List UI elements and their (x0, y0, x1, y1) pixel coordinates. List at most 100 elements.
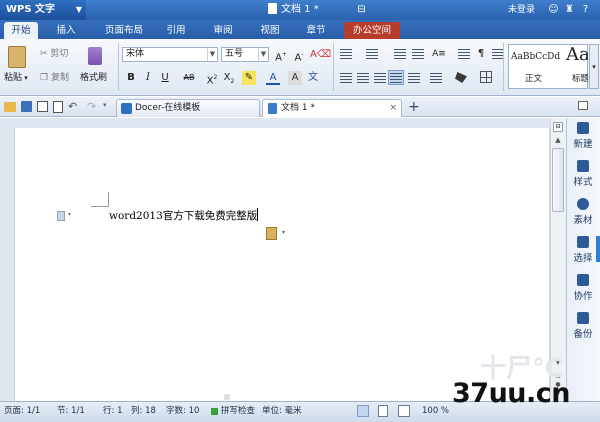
char-shading-icon[interactable]: A (288, 71, 302, 85)
document-icon (268, 3, 277, 14)
login-link[interactable]: 未登录 (508, 0, 535, 20)
document-text[interactable]: word2013官方下载免费完整版 (109, 208, 257, 223)
chinese-layout-icon[interactable]: A≡ (432, 47, 446, 61)
print-preview-icon[interactable] (53, 101, 63, 113)
sort-icon[interactable] (458, 49, 470, 59)
undo-icon[interactable]: ↶ (68, 100, 77, 113)
tab-page-layout[interactable]: 页面布局 (100, 22, 148, 39)
decrease-indent-icon[interactable] (394, 49, 406, 59)
close-tab-icon[interactable]: × (389, 100, 397, 117)
subscript-button[interactable]: X2 (222, 71, 236, 85)
numbering-icon[interactable] (366, 49, 378, 59)
paste-icon[interactable] (8, 46, 26, 68)
doc-tab-docer[interactable]: Docer-在线模板 (116, 99, 260, 117)
show-marks-icon[interactable]: ¶ (474, 47, 488, 61)
shirt-icon[interactable]: ♜ (564, 4, 575, 15)
scroll-up-icon[interactable]: ▲ (553, 136, 563, 146)
style-heading-label[interactable]: 标题 (572, 72, 588, 84)
ruler-toggle-icon[interactable]: ⊟ (553, 122, 563, 132)
tab-chapter[interactable]: 章节 (300, 22, 332, 39)
page-view-icon[interactable] (357, 405, 369, 417)
sidebar-item-styles[interactable]: 样式 (566, 160, 600, 188)
app-menu-button[interactable]: WPS 文字 ▼ (0, 0, 86, 20)
redo-icon[interactable]: ↷ (87, 100, 96, 113)
style-preview-normal: AaBbCcDd (511, 52, 561, 62)
format-painter-icon[interactable] (88, 47, 102, 65)
chevron-down-icon: ▾ (282, 229, 286, 236)
cut-button[interactable]: ✂ 剪切 (40, 48, 68, 60)
superscript-button[interactable]: X2 (205, 71, 219, 86)
sidebar-item-collaborate[interactable]: 协作 (566, 274, 600, 302)
text-cursor (257, 208, 258, 221)
borders-icon[interactable] (480, 71, 492, 83)
status-word-count[interactable]: 字数: 10 (166, 401, 199, 422)
sidebar-item-select[interactable]: 选择 (566, 236, 600, 264)
sidebar-item-new[interactable]: 新建 (566, 122, 600, 150)
grow-font-icon[interactable]: A+ (274, 48, 288, 63)
quick-access-menu-icon[interactable]: ▾ (103, 101, 107, 109)
shrink-font-icon[interactable]: A- (292, 48, 306, 63)
align-right-icon[interactable] (374, 73, 386, 83)
italic-button[interactable]: I (141, 71, 155, 85)
print-icon[interactable] (37, 101, 48, 112)
increase-indent-icon[interactable] (412, 49, 424, 59)
tab-review[interactable]: 审阅 (207, 22, 239, 39)
doc-tab-document[interactable]: 文档 1 * × (262, 99, 402, 117)
paste-button[interactable]: 粘贴 ▾ (4, 72, 28, 84)
pin-icon[interactable]: ⊟ (356, 4, 367, 15)
gallery-scroll-icon[interactable]: ▾ (589, 44, 599, 89)
style-normal-label[interactable]: 正文 (525, 72, 542, 84)
tab-insert[interactable]: 插入 (50, 22, 82, 39)
copy-button[interactable]: ❐ 复制 (40, 72, 69, 84)
backup-icon (577, 312, 589, 324)
tab-view[interactable]: 视图 (254, 22, 286, 39)
phonetic-guide-icon[interactable]: 文 (306, 71, 320, 85)
full-screen-view-icon[interactable] (378, 405, 388, 417)
highlight-icon[interactable]: ✎ (242, 71, 256, 85)
sidebar-grip[interactable] (596, 236, 600, 262)
status-page[interactable]: 页面: 1/1 (4, 401, 40, 422)
styles-icon (577, 160, 589, 172)
bullets-icon[interactable] (340, 49, 352, 59)
save-icon[interactable] (21, 101, 32, 112)
new-tab-button[interactable]: + (408, 99, 420, 115)
paste-options-icon[interactable] (266, 227, 277, 240)
help-icon[interactable]: ? (580, 4, 591, 15)
tab-home[interactable]: 开始 (4, 22, 38, 39)
status-zoom[interactable]: 100 % (422, 401, 449, 422)
bold-button[interactable]: B (124, 71, 138, 85)
align-left-icon[interactable] (340, 73, 352, 83)
open-folder-icon[interactable] (4, 102, 16, 112)
format-painter-button[interactable]: 格式刷 (80, 72, 107, 84)
ribbon-separator (333, 43, 334, 91)
tab-references[interactable]: 引用 (160, 22, 192, 39)
font-size-select[interactable]: 五号 ▼ (221, 47, 269, 62)
hscroll-grip[interactable]: ||| (224, 394, 230, 401)
material-icon (577, 198, 589, 210)
clear-format-icon[interactable]: A⌫ (310, 48, 331, 62)
distribute-icon[interactable] (408, 73, 420, 83)
scrollbar-thumb[interactable] (552, 148, 564, 212)
site-watermark: 37uu.cn (452, 378, 571, 409)
skin-icon[interactable]: ☺ (548, 4, 559, 15)
ribbon-separator (503, 43, 504, 91)
status-unit[interactable]: 单位: 毫米 (262, 401, 302, 422)
paragraph-marker-icon[interactable] (57, 211, 65, 221)
tab-office-space[interactable]: 办公空间 (344, 22, 400, 39)
line-spacing-icon[interactable] (430, 73, 442, 83)
font-color-icon[interactable]: A (266, 71, 280, 85)
strikethrough-button[interactable]: AB (178, 71, 200, 85)
sidebar-item-backup[interactable]: 备份 (566, 312, 600, 340)
tab-list-icon[interactable] (578, 101, 588, 110)
font-name-select[interactable]: 宋体 ▼ (122, 47, 218, 62)
align-center-icon[interactable] (357, 73, 369, 83)
margin-corner-mark (91, 192, 109, 207)
status-spell-check[interactable]: 拼写检查 (221, 401, 255, 422)
underline-button[interactable]: U (158, 71, 172, 85)
web-view-icon[interactable] (398, 405, 410, 417)
app-name: WPS 文字 (6, 4, 56, 15)
justify-icon (390, 73, 402, 83)
document-page[interactable] (14, 128, 550, 401)
sidebar-item-material[interactable]: 素材 (566, 198, 600, 226)
style-preview-heading: Aa (566, 44, 588, 65)
